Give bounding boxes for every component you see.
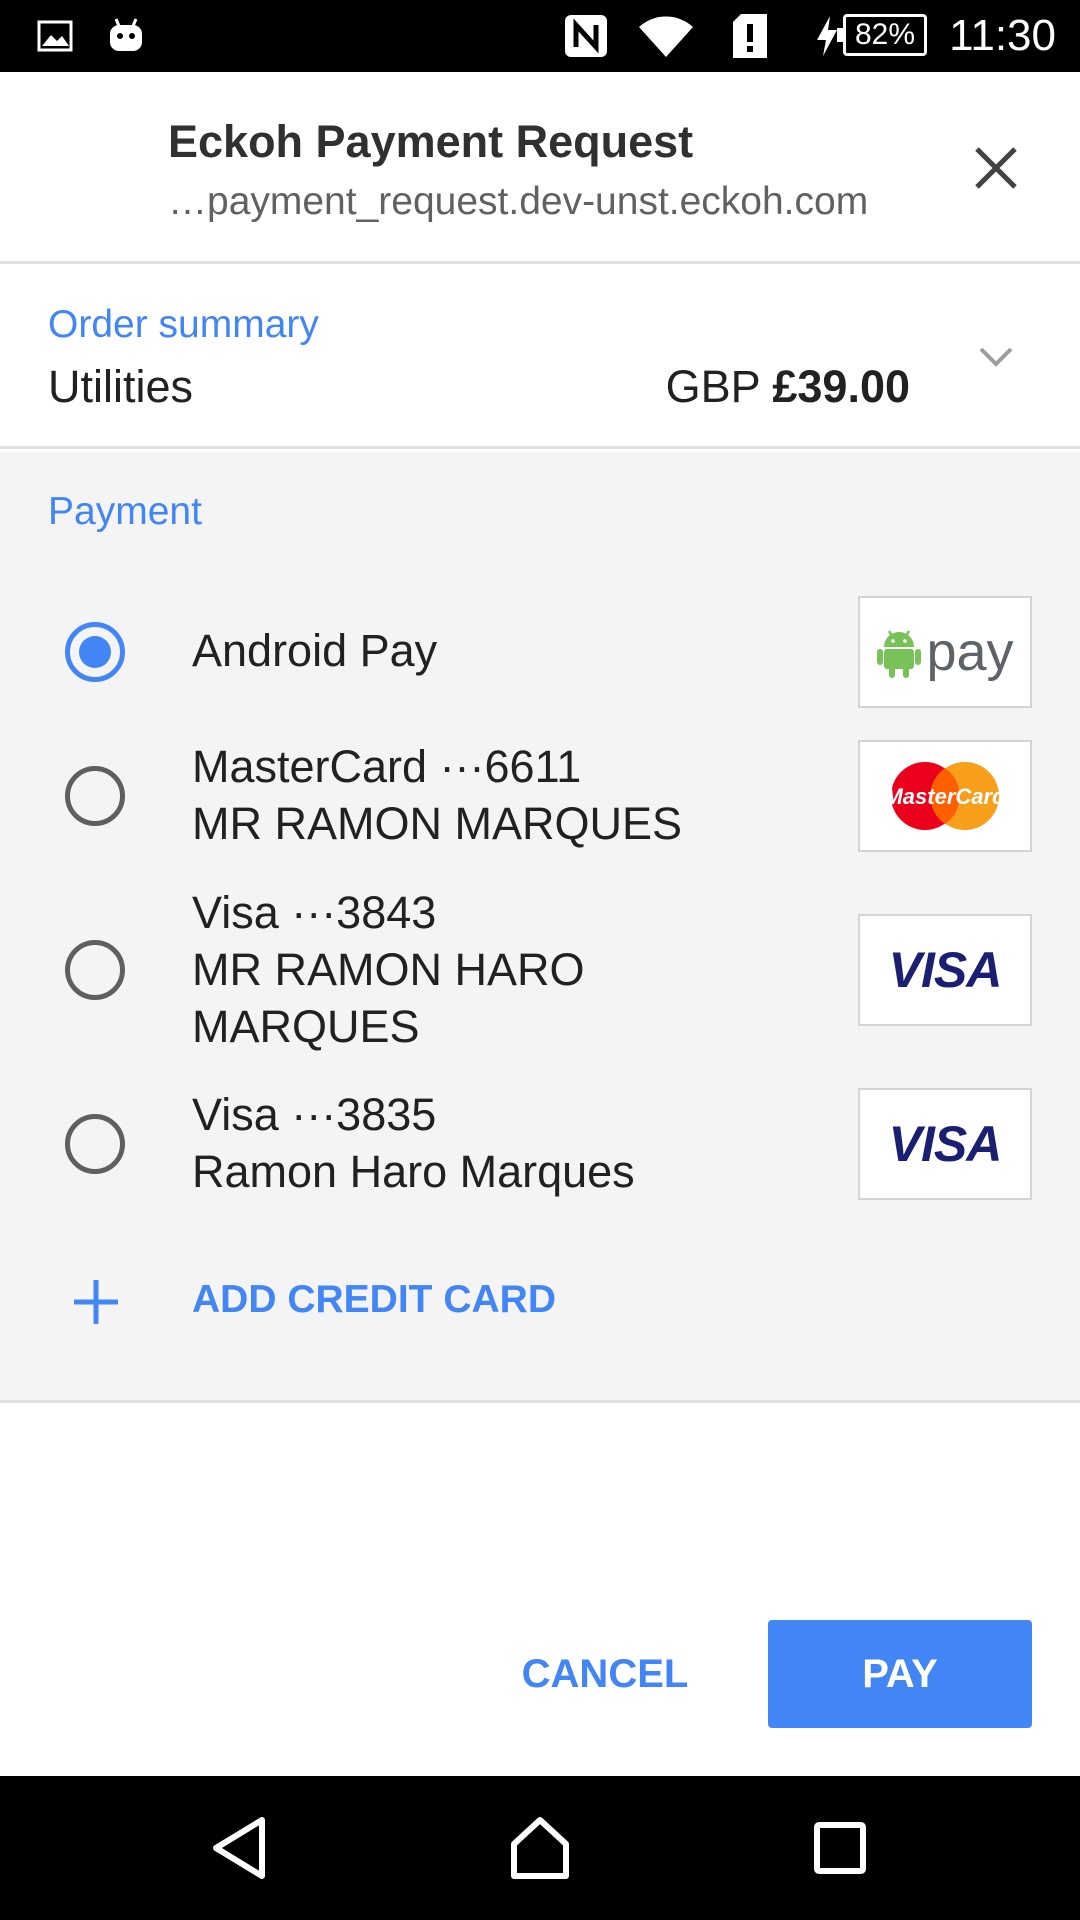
order-total: GBP £39.00 [666, 361, 910, 413]
pay-button[interactable]: PAY [768, 1620, 1032, 1728]
add-credit-card-label: ADD CREDIT CARD [192, 1278, 556, 1321]
radio-visa-3843[interactable] [65, 940, 125, 1000]
recents-icon [814, 1822, 866, 1874]
back-button[interactable] [204, 1812, 276, 1884]
cardholder-name: MR RAMON MARQUES [192, 798, 683, 849]
expand-order-button[interactable] [966, 327, 1026, 387]
payment-method-name: MasterCard ···6611 [192, 741, 582, 792]
payment-method-text: Visa ···3843 MR RAMON HARO MARQUES [192, 884, 585, 1055]
dialog-header: Eckoh Payment Request …payment_request.d… [0, 72, 1080, 264]
order-total-amount: £39.00 [772, 361, 910, 412]
home-button[interactable] [504, 1812, 576, 1884]
cardholder-name-continued: MARQUES [192, 1001, 420, 1052]
image-icon [36, 0, 74, 72]
navigation-bar [0, 1776, 1080, 1920]
payment-method-text: MasterCard ···6611 MR RAMON MARQUES [192, 738, 682, 852]
chevron-down-icon [979, 347, 1013, 367]
payment-method-android-pay[interactable]: Android Pay pay [0, 594, 1080, 710]
nfc-icon [562, 0, 610, 72]
home-icon [511, 1817, 569, 1879]
payment-method-name: Visa ···3843 [192, 887, 437, 938]
visa-logo: VISA [858, 914, 1032, 1026]
sim-alert-icon [730, 0, 770, 72]
close-icon [975, 147, 1017, 189]
visa-logo-text: VISA [888, 942, 1003, 998]
android-pay-logo: pay [858, 596, 1032, 708]
payment-label: Payment [48, 490, 202, 533]
android-pay-logo-text: pay [926, 622, 1014, 682]
cardholder-name: MR RAMON HARO [192, 944, 585, 995]
payment-method-text: Android Pay [192, 622, 437, 679]
cardholder-name: Ramon Haro Marques [192, 1146, 635, 1197]
mastercard-logo-text: MasterCard [884, 784, 1006, 809]
payment-method-visa-3835[interactable]: Visa ···3835 Ramon Haro Marques VISA [0, 1086, 1080, 1202]
payment-method-name: Android Pay [192, 625, 438, 676]
close-button[interactable] [960, 132, 1032, 204]
merchant-title: Eckoh Payment Request [168, 116, 694, 167]
recents-button[interactable] [804, 1812, 876, 1884]
plus-icon [74, 1280, 118, 1324]
mastercard-logo: MasterCard [858, 740, 1032, 852]
divider [0, 1400, 1080, 1403]
android-icon [106, 0, 146, 72]
order-summary-section[interactable]: Order summary Utilities GBP £39.00 [0, 267, 1080, 449]
payment-section: Payment Android Pay pay MasterCard ···66… [0, 452, 1080, 1400]
visa-logo-text: VISA [888, 1116, 1003, 1172]
cancel-button[interactable]: CANCEL [495, 1620, 715, 1728]
payment-method-visa-3843[interactable]: Visa ···3843 MR RAMON HARO MARQUES VISA [0, 884, 1080, 1056]
battery-icon: 82% [837, 14, 927, 56]
payment-method-name: Visa ···3835 [192, 1089, 437, 1140]
radio-mastercard-6611[interactable] [65, 766, 125, 826]
radio-visa-3835[interactable] [65, 1114, 125, 1174]
radio-android-pay[interactable] [65, 622, 125, 682]
add-credit-card-button[interactable]: ADD CREDIT CARD [0, 1262, 1080, 1342]
order-item-name: Utilities [48, 361, 194, 412]
order-summary-label: Order summary [48, 303, 319, 346]
wifi-icon [636, 0, 696, 72]
android-robot-icon [877, 630, 922, 678]
clock: 11:30 [949, 11, 1056, 60]
back-icon [213, 1817, 265, 1879]
status-bar: 82% 11:30 [0, 0, 1080, 72]
payment-method-text: Visa ···3835 Ramon Haro Marques [192, 1086, 635, 1200]
order-currency: GBP [665, 361, 760, 412]
payment-method-mastercard-6611[interactable]: MasterCard ···6611 MR RAMON MARQUES Mast… [0, 738, 1080, 854]
merchant-url: …payment_request.dev-unst.eckoh.com [168, 180, 869, 223]
visa-logo: VISA [858, 1088, 1032, 1200]
